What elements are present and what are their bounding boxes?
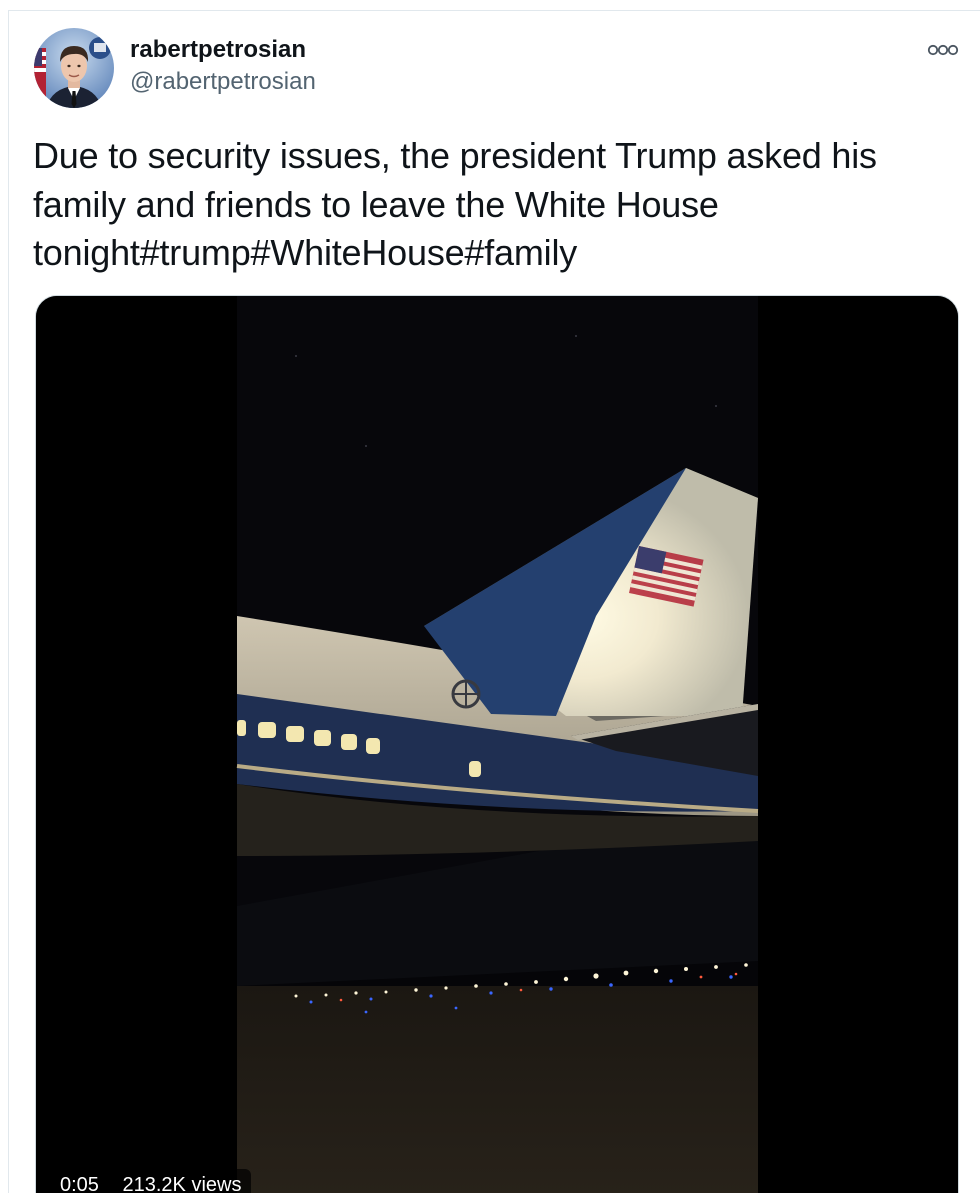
author-name[interactable]: rabertpetrosian: [130, 36, 306, 64]
avatar-photo-icon: [34, 28, 114, 108]
video-timestamp: 0:05: [60, 1174, 99, 1193]
author-handle[interactable]: @rabertpetrosian: [130, 68, 316, 96]
tweet-text: Due to security issues, the president Tr…: [33, 135, 877, 273]
left-divider: [8, 10, 9, 1193]
tweet-page: rabertpetrosian @rabertpetrosian Due to …: [0, 0, 980, 1193]
top-divider: [8, 10, 980, 11]
more-options-button[interactable]: [920, 34, 966, 66]
video-frame: [36, 296, 958, 1193]
video-player[interactable]: 0:05 213.2K views: [35, 295, 959, 1193]
avatar[interactable]: [34, 28, 114, 108]
more-horizontal-icon: [927, 44, 959, 56]
video-view-count: 213.2K views: [122, 1174, 242, 1193]
video-overlay: 0:05 213.2K views: [50, 1169, 252, 1193]
